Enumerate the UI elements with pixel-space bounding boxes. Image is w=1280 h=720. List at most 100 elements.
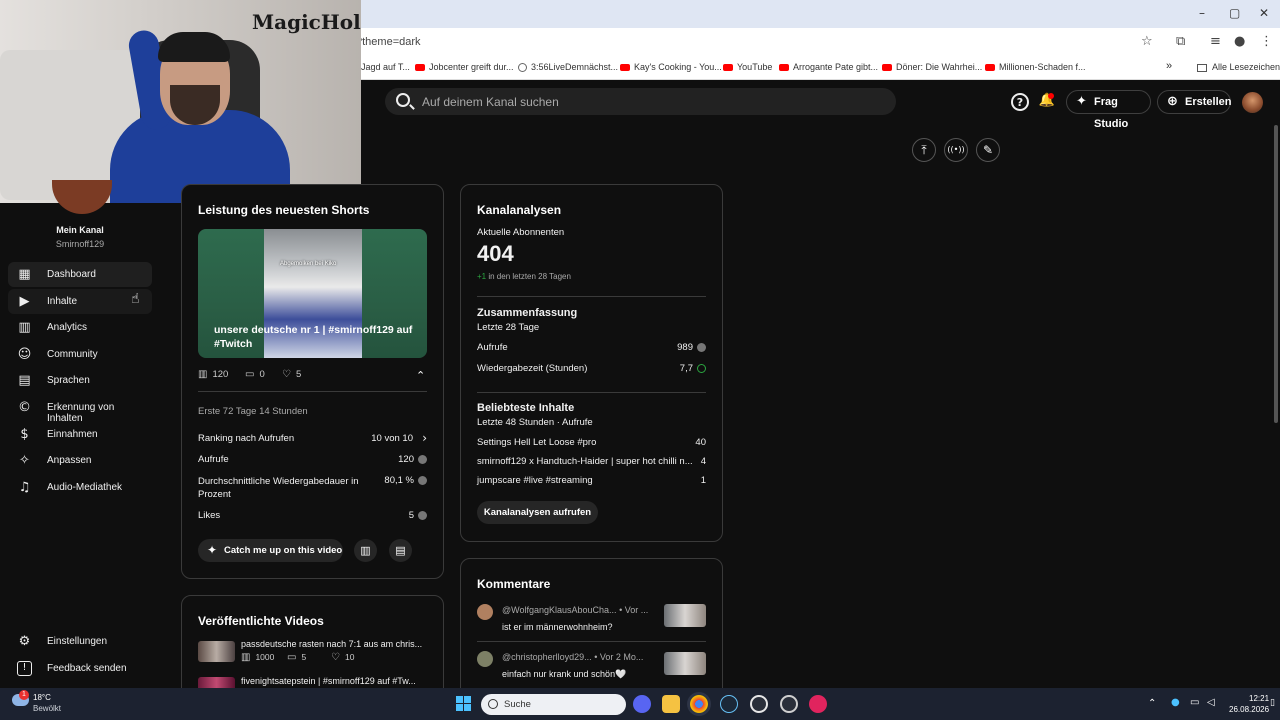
money-icon: $	[20, 427, 29, 442]
comment-video-thumbnail[interactable]	[664, 652, 706, 675]
create-button[interactable]: ⊕ Erstellen	[1157, 90, 1231, 114]
video-title[interactable]: passdeutsche rasten nach 7:1 aus am chri…	[241, 639, 427, 649]
bookmark-item[interactable]: Kay's Cooking - You...	[620, 62, 722, 72]
bookmark-item[interactable]: Jobcenter greift dur...	[415, 62, 514, 72]
info-icon	[418, 475, 427, 485]
help-icon[interactable]: ?	[1011, 93, 1029, 111]
top-content-row[interactable]: smirnoff129 x Handtuch-Haider | super ho…	[477, 456, 706, 467]
app-icon[interactable]	[780, 695, 798, 713]
sidebar-item-community[interactable]: ☺ Community	[8, 342, 152, 367]
tray-chevron-icon[interactable]: ⌃	[1148, 698, 1156, 709]
short-thumbnail[interactable]: Abgemolken bei Kiko unsere deutsche nr 1…	[198, 229, 427, 358]
sidebar-item-dashboard[interactable]: ▦ Dashboard	[8, 262, 152, 287]
video-title[interactable]: fivenightsatepstein | #smirnoff129 auf #…	[241, 676, 427, 686]
collapse-chevron-icon[interactable]: ⌃	[416, 369, 425, 382]
video-thumbnail[interactable]	[198, 641, 235, 662]
microphone-icon[interactable]: ●	[1171, 697, 1180, 708]
mouse-cursor-icon: ☝	[131, 291, 140, 307]
comment-video-thumbnail[interactable]	[664, 604, 706, 627]
volume-icon[interactable]: ◁	[1207, 697, 1215, 708]
edit-post-icon[interactable]: ✎	[976, 138, 1000, 162]
notification-bell-icon[interactable]: ▯	[1270, 698, 1275, 708]
ranking-row[interactable]: Ranking nach Aufrufen 10 von 10 ›	[198, 431, 427, 445]
sidebar-item-sprachen[interactable]: ▤ Sprachen	[8, 368, 152, 393]
menu-icon[interactable]: ⋮	[1260, 34, 1273, 49]
file-explorer-icon[interactable]	[662, 695, 680, 713]
bookmark-item[interactable]: YouTube	[723, 62, 772, 72]
row-value: 40	[695, 437, 706, 448]
commenter-avatar[interactable]	[477, 604, 493, 620]
search-icon	[396, 93, 410, 107]
chrome-icon[interactable]	[690, 695, 708, 713]
weather-badge: 1	[19, 690, 29, 700]
ccleaner-icon[interactable]	[750, 695, 768, 713]
bookmark-item[interactable]: Döner: Die Wahrhei...	[882, 62, 982, 72]
sidebar-item-einnahmen[interactable]: $ Einnahmen	[8, 422, 152, 447]
extensions-icon[interactable]: ⧉	[1176, 34, 1185, 49]
maximize-button[interactable]: ▢	[1229, 6, 1240, 20]
check-icon	[697, 363, 706, 373]
summary-title: Zusammenfassung	[477, 307, 578, 319]
top-content-row[interactable]: Settings Hell Let Loose #pro 40	[477, 437, 706, 448]
row-value: 80,1 %	[384, 475, 427, 486]
comments-icon[interactable]: ▤	[389, 539, 412, 562]
media-icon[interactable]: ≡	[1210, 34, 1221, 49]
bookmark-item[interactable]: Arrogante Pate gibt...	[779, 62, 878, 72]
top-content-row[interactable]: jumpscare #live #streaming 1	[477, 475, 706, 486]
media-player-icon[interactable]	[809, 695, 827, 713]
sidebar-item-anpassen[interactable]: ✧ Anpassen	[8, 448, 152, 473]
create-video-icon: ⊕	[1167, 94, 1178, 109]
info-icon	[697, 342, 706, 352]
close-button[interactable]: ✕	[1259, 6, 1269, 20]
clock-date[interactable]: 26.08.2026	[1229, 705, 1269, 714]
subscriber-delta: +1 in den letzten 28 Tagen	[477, 272, 706, 281]
upload-icon[interactable]: ⤒	[912, 138, 936, 162]
sidebar-item-label: Sprachen	[47, 375, 90, 386]
sidebar-item-label: Analytics	[47, 322, 88, 333]
star-icon[interactable]: ☆	[1141, 34, 1153, 49]
commenter-avatar[interactable]	[477, 651, 493, 667]
views-row: Aufrufe 120	[198, 454, 427, 465]
catch-me-up-button[interactable]: ✦ Catch me up on this video	[198, 539, 343, 562]
bookmark-item[interactable]: Jagd auf T...	[361, 62, 410, 72]
channel-avatar[interactable]	[52, 180, 112, 214]
url-text[interactable]: ?theme=dark	[356, 36, 421, 48]
analytics-icon[interactable]: ▥	[354, 539, 377, 562]
bookmark-item[interactable]: 3:56LiveDemnächst...	[518, 62, 618, 73]
discord-icon[interactable]	[633, 695, 651, 713]
youtube-icon	[985, 64, 995, 72]
latest-short-card: Leistung des neuesten Shorts Abgemolken …	[181, 184, 444, 579]
channel-search[interactable]: Auf deinem Kanal suchen	[385, 88, 896, 115]
all-bookmarks-folder[interactable]: Alle Lesezeichen	[1197, 62, 1280, 72]
open-analytics-button[interactable]: Kanalanalysen aufrufen	[477, 501, 598, 524]
comments-card: Kommentare @WolfgangKlausAbouCha... • Vo…	[460, 558, 723, 705]
sidebar-item-einstellungen[interactable]: ⚙ Einstellungen	[8, 629, 152, 654]
bookmark-item[interactable]: Millionen-Schaden f...	[985, 62, 1086, 72]
page-scrollbar[interactable]	[1274, 125, 1278, 423]
account-avatar[interactable]	[1242, 92, 1263, 113]
clock-time[interactable]: 12:21	[1249, 694, 1269, 703]
short-title[interactable]: unsere deutsche nr 1 | #smirnoff129 auf …	[214, 323, 414, 351]
network-icon[interactable]: ▭	[1190, 697, 1199, 708]
weather-temp[interactable]: 18°C	[33, 693, 51, 702]
sidebar-item-feedback[interactable]: ! Feedback senden	[8, 656, 152, 681]
card-title: Leistung des neuesten Shorts	[198, 203, 370, 217]
minimize-button[interactable]: –	[1199, 6, 1205, 20]
row-label: Likes	[198, 510, 221, 521]
row-value: 5	[409, 510, 427, 521]
comment-icon: ▭	[287, 652, 297, 663]
weather-desc: Bewölkt	[33, 704, 62, 713]
delta-value: +1	[477, 272, 487, 281]
sidebar-item-audio-mediathek[interactable]: ♫ Audio-Mediathek	[8, 475, 152, 500]
sidebar-item-erkennung[interactable]: © Erkennung von Inhalten	[8, 395, 152, 424]
taskbar-search[interactable]: Suche	[481, 694, 626, 715]
ask-studio-button[interactable]: ✦ Frag Studio	[1066, 90, 1151, 130]
go-live-icon[interactable]: ((•))	[944, 138, 968, 162]
windows-start-icon[interactable]	[456, 696, 471, 711]
sidebar-item-analytics[interactable]: ▥ Analytics	[8, 315, 152, 340]
more-bookmarks-button[interactable]: »	[1166, 60, 1172, 72]
steam-icon[interactable]	[720, 695, 738, 713]
row-value: 1	[700, 475, 706, 486]
profile-icon[interactable]: ●	[1234, 34, 1245, 49]
globe-icon	[518, 63, 527, 73]
